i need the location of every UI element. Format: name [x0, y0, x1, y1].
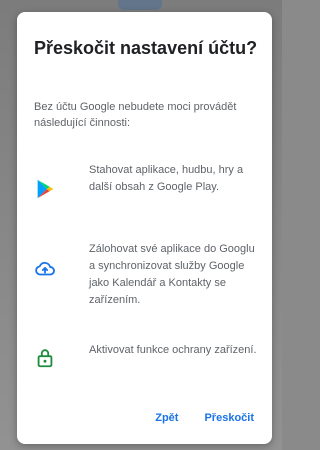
skip-account-dialog: Přeskočit nastavení účtu? Bez účtu Googl… — [17, 12, 272, 444]
back-button[interactable]: Zpět — [149, 406, 184, 430]
google-play-icon — [34, 178, 56, 200]
feature-text-device-protection: Aktivovat funkce ochrany zařízení. — [89, 344, 257, 356]
feature-text-backup: Zálohovat své aplikace do Googlu a synch… — [89, 243, 255, 306]
dialog-intro-text: Bez účtu Google nebudete moci provádět n… — [34, 101, 237, 129]
skip-button[interactable]: Přeskočit — [198, 406, 260, 430]
dialog-title: Přeskočit nastavení účtu? — [34, 38, 258, 58]
background-logo-fragment — [118, 0, 162, 10]
lock-icon — [34, 347, 56, 369]
dialog-actions: Zpět Přeskočit — [149, 406, 260, 430]
feature-text-google-play: Stahovat aplikace, hudbu, hry a další ob… — [89, 164, 244, 193]
cloud-backup-icon — [34, 258, 56, 280]
